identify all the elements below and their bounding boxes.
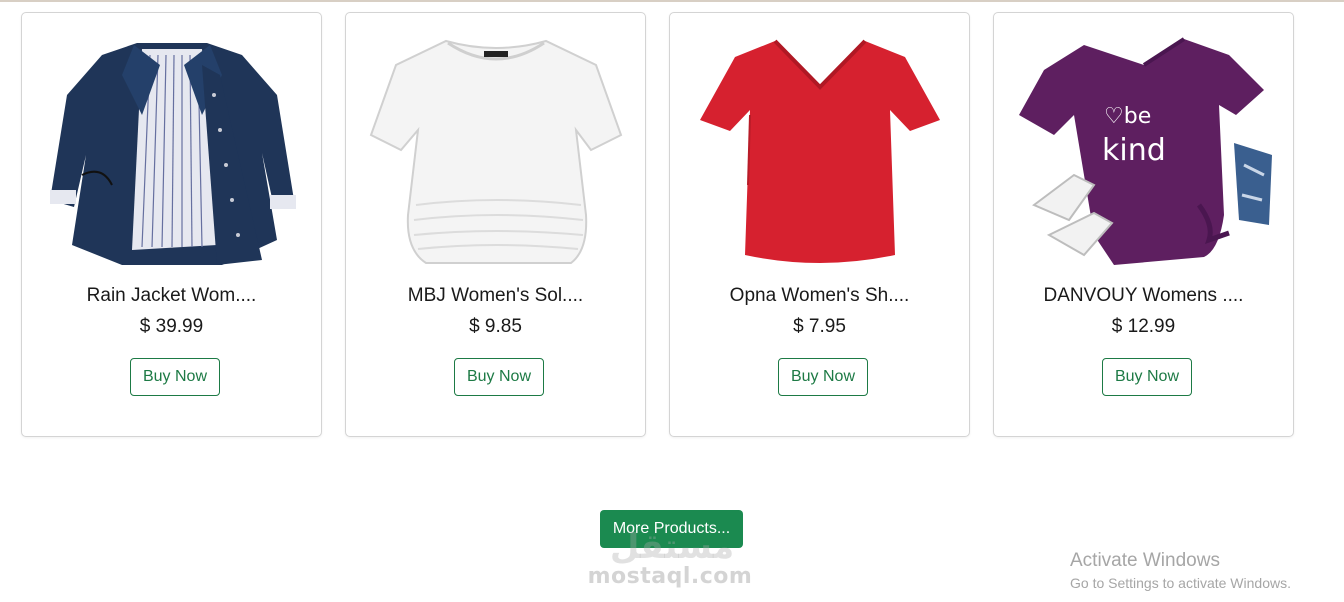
product-card: Opna Women's Sh.... $ 7.95 Buy Now <box>669 12 970 437</box>
product-price: $ 9.85 <box>469 316 522 337</box>
activate-windows-title: Activate Windows <box>1070 550 1220 571</box>
product-price: $ 7.95 <box>793 316 846 337</box>
more-products-button[interactable]: More Products... <box>600 510 743 548</box>
activate-windows-notice: Activate Windows Go to Settings to activ… <box>1070 550 1291 591</box>
product-card: ♡be kind DANVOUY Womens .... $ 12.99 Buy… <box>993 12 1294 437</box>
purple-tshirt-icon[interactable]: ♡be kind <box>1014 35 1274 271</box>
product-title[interactable]: Rain Jacket Wom.... <box>22 285 321 307</box>
svg-text:kind: kind <box>1102 133 1166 168</box>
buy-now-button[interactable]: Buy Now <box>778 358 868 396</box>
buy-now-button[interactable]: Buy Now <box>130 358 220 396</box>
product-price: $ 12.99 <box>1111 316 1176 337</box>
red-tshirt-icon[interactable] <box>690 35 950 271</box>
product-title[interactable]: MBJ Women's Sol.... <box>346 285 645 307</box>
product-price: $ 39.99 <box>139 316 204 337</box>
navy-jacket-icon[interactable] <box>42 35 302 271</box>
svg-text:♡be: ♡be <box>1104 104 1151 129</box>
product-title[interactable]: Opna Women's Sh.... <box>670 285 969 307</box>
product-card: Rain Jacket Wom.... $ 39.99 Buy Now <box>21 12 322 437</box>
product-card: MBJ Women's Sol.... $ 9.85 Buy Now <box>345 12 646 437</box>
activate-windows-subtitle: Go to Settings to activate Windows. <box>1070 575 1291 591</box>
buy-now-button[interactable]: Buy Now <box>1102 358 1192 396</box>
buy-now-button[interactable]: Buy Now <box>454 358 544 396</box>
product-title[interactable]: DANVOUY Womens .... <box>994 285 1293 307</box>
top-divider <box>0 0 1344 2</box>
white-top-icon[interactable] <box>366 35 626 271</box>
watermark-text: mostaql.com <box>587 564 753 589</box>
